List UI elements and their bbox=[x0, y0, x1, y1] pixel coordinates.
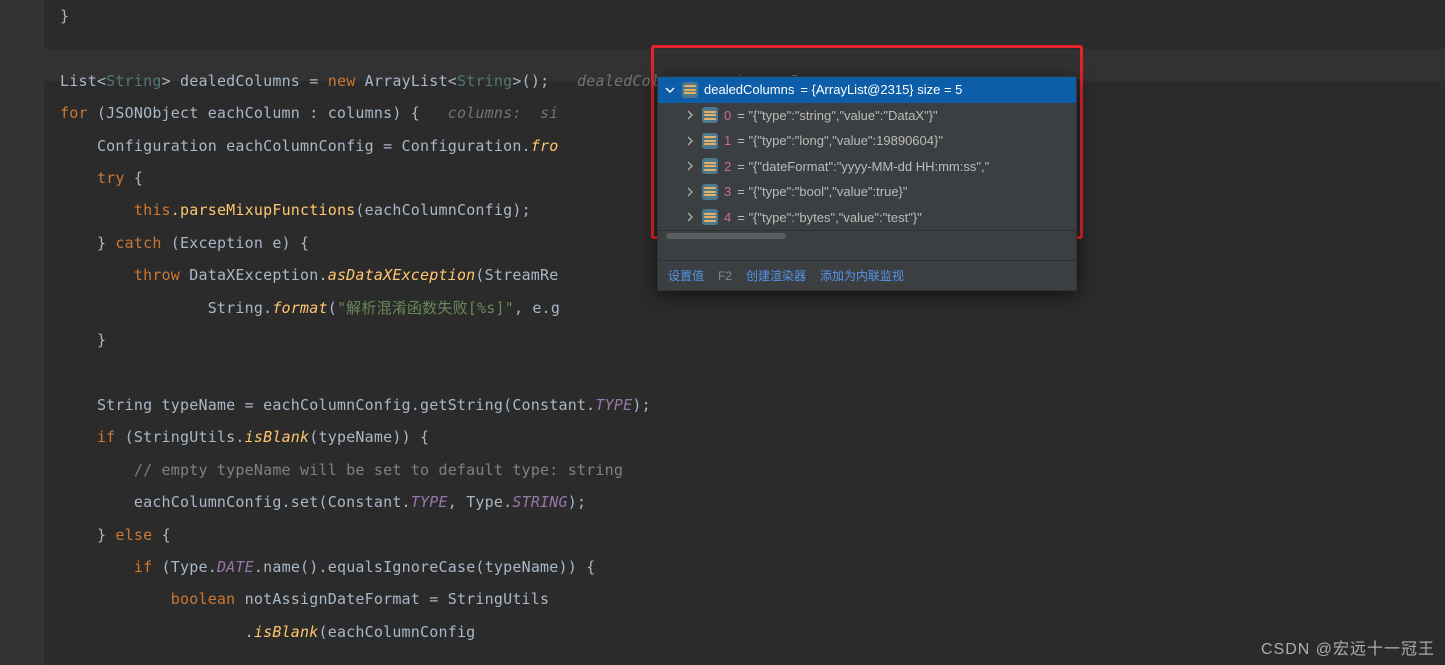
chevron-right-icon[interactable] bbox=[684, 160, 696, 172]
chevron-right-icon[interactable] bbox=[684, 211, 696, 223]
debugger-var-value: = "{"type":"bytes","value":"test"}" bbox=[737, 210, 922, 225]
chevron-right-icon[interactable] bbox=[684, 135, 696, 147]
code-text: if bbox=[134, 558, 152, 576]
debugger-var-name: 4 bbox=[724, 210, 731, 225]
debugger-item-node[interactable]: 1 = "{"type":"long","value":19890604}" bbox=[658, 128, 1076, 154]
code-text: TYPE bbox=[411, 493, 448, 511]
code-text: . bbox=[245, 623, 254, 641]
object-icon bbox=[702, 184, 718, 200]
object-icon bbox=[702, 158, 718, 174]
object-icon bbox=[702, 133, 718, 149]
code-text: , e.g bbox=[514, 299, 560, 317]
debugger-var-name: 0 bbox=[724, 108, 731, 123]
code-text: (StringUtils. bbox=[115, 428, 244, 446]
inline-hint: columns: si bbox=[448, 104, 559, 122]
debugger-var-value: = "{"dateFormat":"yyyy-MM-dd HH:mm:ss"," bbox=[737, 159, 989, 174]
object-icon bbox=[682, 82, 698, 98]
code-text: isBlank bbox=[254, 623, 319, 641]
debugger-popup[interactable]: dealedColumns = {ArrayList@2315} size = … bbox=[657, 76, 1077, 291]
code-text: for bbox=[60, 104, 88, 122]
code-text: (StreamRe bbox=[475, 266, 558, 284]
hotkey-label: F2 bbox=[718, 269, 732, 283]
debugger-spacer bbox=[658, 240, 1076, 260]
debugger-item-node[interactable]: 2 = "{"dateFormat":"yyyy-MM-dd HH:mm:ss"… bbox=[658, 154, 1076, 180]
code-text: eachColumnConfig.set(Constant. bbox=[134, 493, 411, 511]
chevron-right-icon[interactable] bbox=[684, 109, 696, 121]
code-text: (eachColumnConfig bbox=[318, 623, 475, 641]
code-text: } bbox=[97, 331, 106, 349]
code-text: "解析混淆函数失败[%s]" bbox=[337, 299, 514, 317]
code-text: Configuration eachColumnConfig = Configu… bbox=[97, 137, 531, 155]
code-text: asDataXException bbox=[328, 266, 476, 284]
create-renderer-action[interactable]: 创建渲染器 bbox=[746, 267, 806, 284]
code-text: (eachColumnConfig); bbox=[355, 201, 530, 219]
debugger-item-node[interactable]: 4 = "{"type":"bytes","value":"test"}" bbox=[658, 205, 1076, 231]
chevron-right-icon[interactable] bbox=[684, 186, 696, 198]
code-text: new bbox=[328, 72, 356, 90]
debugger-root-node[interactable]: dealedColumns = {ArrayList@2315} size = … bbox=[658, 77, 1076, 103]
debugger-var-name: 2 bbox=[724, 159, 731, 174]
add-watch-action[interactable]: 添加为内联监视 bbox=[820, 267, 904, 284]
code-text: .name().equalsIgnoreCase(typeName)) { bbox=[254, 558, 596, 576]
code-text: ); bbox=[632, 396, 650, 414]
code-text: ); bbox=[568, 493, 586, 511]
code-text: } bbox=[97, 234, 115, 252]
editor-gutter bbox=[0, 0, 44, 665]
scrollbar-thumb[interactable] bbox=[666, 233, 786, 239]
code-text: if bbox=[97, 428, 115, 446]
code-text: (typeName)) { bbox=[309, 428, 429, 446]
code-text: DATE bbox=[217, 558, 254, 576]
code-text: format bbox=[272, 299, 327, 317]
debugger-item-node[interactable]: 0 = "{"type":"string","value":"DataX"}" bbox=[658, 103, 1076, 129]
code-text: , Type. bbox=[448, 493, 513, 511]
code-text: (JSONObject eachColumn : columns) { bbox=[88, 104, 420, 122]
code-text: boolean bbox=[171, 590, 236, 608]
code-text: String typeName = eachColumnConfig.getSt… bbox=[97, 396, 595, 414]
code-text: else bbox=[115, 526, 152, 544]
debugger-var-name: 3 bbox=[724, 184, 731, 199]
debugger-var-name: dealedColumns bbox=[704, 82, 794, 97]
code-text: catch bbox=[115, 234, 161, 252]
debugger-h-scrollbar[interactable] bbox=[658, 230, 1076, 240]
code-text: String. bbox=[208, 299, 273, 317]
watermark: CSDN @宏远十一冠王 bbox=[1261, 635, 1435, 659]
code-text: } bbox=[97, 526, 115, 544]
object-icon bbox=[702, 107, 718, 123]
debugger-var-value: = "{"type":"long","value":19890604}" bbox=[737, 133, 943, 148]
code-text: TYPE bbox=[595, 396, 632, 414]
chevron-down-icon[interactable] bbox=[664, 84, 676, 96]
code-text: { bbox=[125, 169, 143, 187]
code-text: DataXException. bbox=[180, 266, 328, 284]
debugger-var-value: = "{"type":"string","value":"DataX"}" bbox=[737, 108, 937, 123]
debugger-var-value: = {ArrayList@2315} size = 5 bbox=[800, 82, 962, 97]
code-text: (); bbox=[522, 72, 550, 90]
code-text: { bbox=[152, 526, 170, 544]
object-icon bbox=[702, 209, 718, 225]
code-text: (Type. bbox=[152, 558, 217, 576]
debugger-item-node[interactable]: 3 = "{"type":"bool","value":true}" bbox=[658, 179, 1076, 205]
code-text: this bbox=[134, 201, 171, 219]
code-text: ArrayList bbox=[355, 72, 447, 90]
set-value-action[interactable]: 设置值 bbox=[668, 267, 704, 284]
code-text: isBlank bbox=[245, 428, 310, 446]
debugger-var-name: 1 bbox=[724, 133, 731, 148]
code-text: } bbox=[60, 7, 69, 25]
code-text: dealedColumns = bbox=[171, 72, 328, 90]
code-text: STRING bbox=[512, 493, 567, 511]
code-text: fro bbox=[531, 137, 559, 155]
code-text: (Exception e) { bbox=[162, 234, 310, 252]
debugger-footer: 设置值 F2 创建渲染器 添加为内联监视 bbox=[658, 260, 1076, 290]
debugger-var-value: = "{"type":"bool","value":true}" bbox=[737, 184, 907, 199]
code-text: List bbox=[60, 72, 97, 90]
code-text: throw bbox=[134, 266, 180, 284]
code-text: String bbox=[457, 72, 512, 90]
code-text: .parseMixupFunctions bbox=[171, 201, 356, 219]
code-comment: // empty typeName will be set to default… bbox=[134, 461, 623, 479]
code-text: try bbox=[97, 169, 125, 187]
code-text: notAssignDateFormat = StringUtils bbox=[235, 590, 549, 608]
code-text: String bbox=[106, 72, 161, 90]
code-text: ( bbox=[328, 299, 337, 317]
